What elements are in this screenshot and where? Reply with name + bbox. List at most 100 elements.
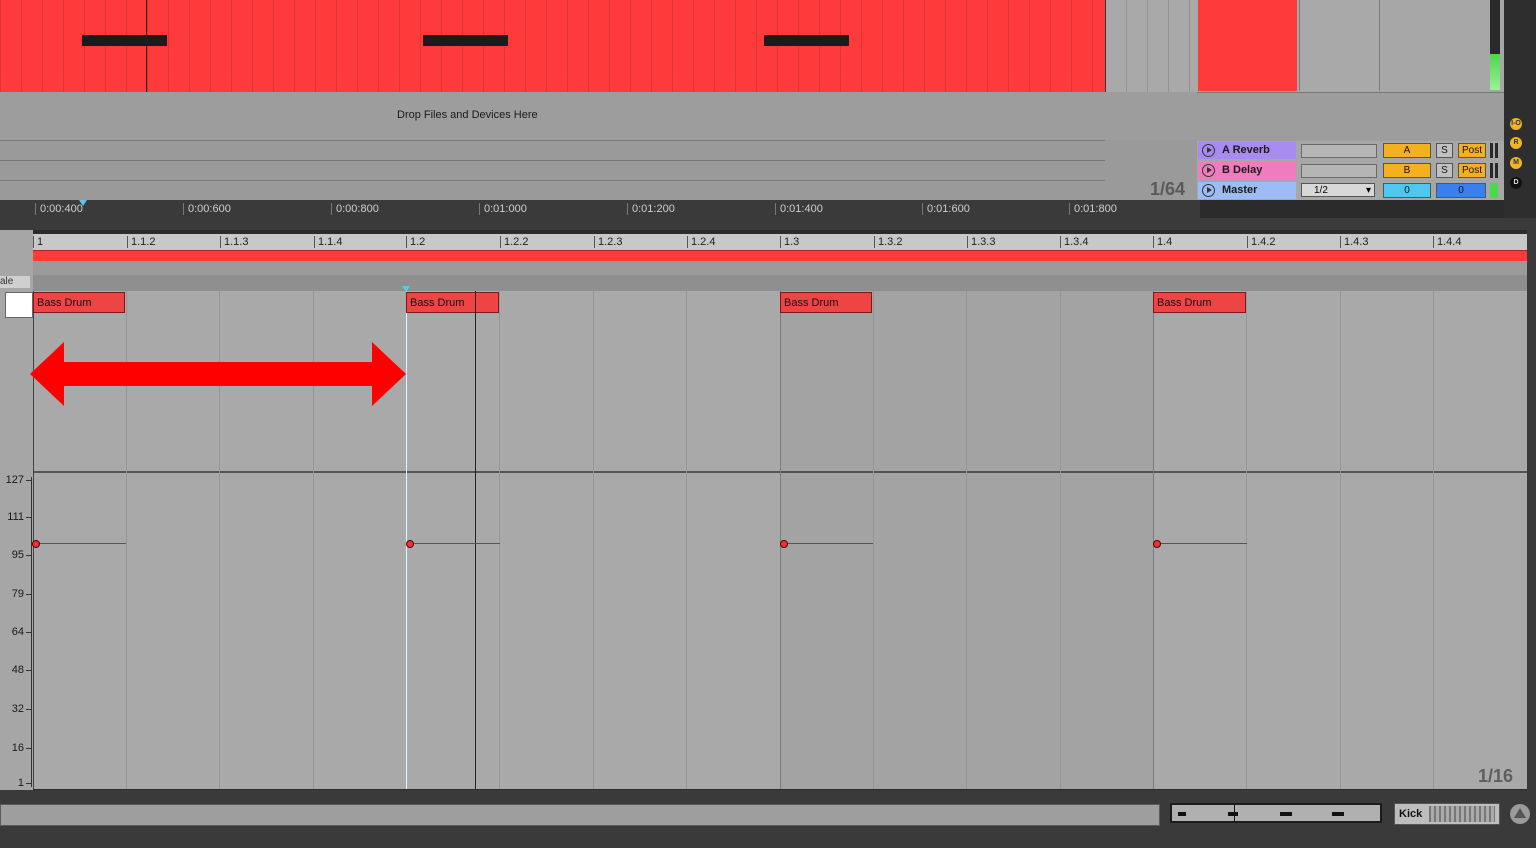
level-meter xyxy=(1495,143,1498,158)
bar-tick: 1.2.2 xyxy=(500,236,528,248)
velocity-handle[interactable] xyxy=(32,540,40,548)
velocity-handle[interactable] xyxy=(1153,540,1161,548)
grid-line xyxy=(1246,291,1247,789)
level-meter xyxy=(1490,163,1493,178)
overview-note xyxy=(1332,812,1344,816)
velocity-scale-label: 95 xyxy=(11,549,24,561)
session-empty-slot[interactable] xyxy=(1299,0,1380,91)
delay-toggle-icon[interactable]: D xyxy=(1510,177,1522,189)
crossfade-select[interactable]: 1/2 ▾ xyxy=(1301,183,1375,197)
io-toggle-icon[interactable]: I-O xyxy=(1510,118,1522,130)
post-button[interactable]: Post xyxy=(1458,143,1486,158)
drop-area-label: Drop Files and Devices Here xyxy=(397,109,538,121)
arrangement-empty-area[interactable] xyxy=(1105,0,1197,92)
time-tick: 0:00:600 xyxy=(183,203,231,215)
editor-divider[interactable] xyxy=(0,218,1536,230)
drop-area[interactable]: Drop Files and Devices Here xyxy=(0,92,1105,140)
overview-note xyxy=(1228,812,1238,816)
track-activator-icon[interactable] xyxy=(1202,184,1215,197)
arrangement-clip[interactable] xyxy=(0,0,1105,92)
grid-line xyxy=(966,291,967,789)
master-value-b[interactable]: 0 xyxy=(1436,183,1486,198)
piano-key[interactable] xyxy=(5,292,33,318)
scroll-up-button[interactable] xyxy=(1510,804,1530,824)
grid-line xyxy=(1433,291,1434,789)
clip-note-preview xyxy=(764,35,849,46)
bar-tick: 1.2.4 xyxy=(687,236,715,248)
return-track-a-header[interactable]: A Reverb xyxy=(1198,142,1296,159)
send-field[interactable] xyxy=(1301,164,1377,178)
master-track-header[interactable]: Master xyxy=(1198,182,1296,199)
master-value-a[interactable]: 0 xyxy=(1383,183,1431,198)
post-button[interactable]: Post xyxy=(1458,163,1486,178)
bar-tick: 1.2 xyxy=(406,236,425,248)
velocity-scale-label: 64 xyxy=(11,626,24,638)
velocity-handle[interactable] xyxy=(780,540,788,548)
editor-right-edge xyxy=(1527,230,1536,790)
midi-note[interactable]: Bass Drum xyxy=(1153,292,1246,313)
track-activator-icon[interactable] xyxy=(1202,164,1215,177)
overview-note xyxy=(1178,812,1186,816)
track-activator-button[interactable]: A xyxy=(1383,143,1431,158)
time-tick: 0:00:400 xyxy=(35,203,83,215)
bar-tick: 1.1.2 xyxy=(127,236,155,248)
mixer-toggle-icon[interactable]: M xyxy=(1510,157,1522,169)
session-clip-slot[interactable] xyxy=(1198,0,1297,91)
solo-button[interactable]: S xyxy=(1436,163,1453,178)
midi-note[interactable]: Bass Drum xyxy=(780,292,872,313)
midi-note[interactable]: Bass Drum xyxy=(406,292,499,313)
track-activator-button[interactable]: B xyxy=(1383,163,1431,178)
editor-fold-strip xyxy=(33,275,1527,291)
clip-level-meter xyxy=(1490,0,1500,90)
solo-button[interactable]: S xyxy=(1436,143,1453,158)
time-ruler[interactable]: 0:00:400 0:00:600 0:00:800 0:01:000 0:01… xyxy=(0,200,1200,218)
triangle-up-icon xyxy=(1514,808,1526,818)
editor-grid-label: 1/16 xyxy=(1478,766,1514,786)
grid-line xyxy=(499,291,500,789)
mixer-drop-area[interactable] xyxy=(1197,92,1504,141)
bar-tick: 1.3.3 xyxy=(967,236,995,248)
chevron-down-icon: ▾ xyxy=(1365,185,1371,196)
midi-note[interactable]: Bass Drum xyxy=(33,292,125,313)
bar-tick: 1.2.3 xyxy=(594,236,622,248)
beat-ruler[interactable]: 1 1.1.2 1.1.3 1.1.4 1.2 1.2.2 1.2.3 1.2.… xyxy=(33,234,1527,250)
playhead-marker-icon[interactable] xyxy=(79,200,87,206)
double-arrow-annotation xyxy=(30,342,406,406)
arrangement-grid-label: 1/64 xyxy=(1150,179,1186,199)
time-tick: 0:01:800 xyxy=(1069,203,1117,215)
bar-tick: 1 xyxy=(33,236,43,248)
returns-toggle-icon[interactable]: R xyxy=(1510,137,1522,149)
bar-tick: 1.1.3 xyxy=(220,236,248,248)
velocity-scale-label: 1 xyxy=(17,777,24,789)
grid-line xyxy=(873,291,874,789)
horizontal-scrollbar[interactable] xyxy=(0,804,1160,826)
grid-line xyxy=(686,291,687,789)
grid-line xyxy=(593,291,594,789)
clip-name-box[interactable]: Kick xyxy=(1394,803,1500,825)
bar-tick: 1.3.4 xyxy=(1060,236,1088,248)
master-track-lane[interactable] xyxy=(0,180,1105,201)
bar-tick: 1.4.3 xyxy=(1340,236,1368,248)
track-name: Master xyxy=(1222,184,1258,196)
level-meter xyxy=(1490,143,1493,158)
velocity-handle[interactable] xyxy=(406,540,414,548)
time-tick: 0:01:000 xyxy=(479,203,527,215)
grid-line xyxy=(1060,291,1061,789)
return-track-lane-b[interactable] xyxy=(0,160,1105,180)
return-track-b-header[interactable]: B Delay xyxy=(1198,162,1296,179)
return-track-lane-a[interactable] xyxy=(0,140,1105,160)
time-tick: 0:00:800 xyxy=(331,203,379,215)
clip-overview[interactable] xyxy=(1170,803,1382,823)
clip-note-preview xyxy=(82,35,167,46)
grid-line xyxy=(1340,291,1341,789)
track-name: B Delay xyxy=(1222,164,1263,176)
time-tick: 0:01:600 xyxy=(922,203,970,215)
clip-note-preview xyxy=(423,35,508,46)
level-meter xyxy=(1495,163,1498,178)
drop-area-extension[interactable] xyxy=(1105,92,1197,140)
velocity-scale-label: 48 xyxy=(11,664,24,676)
send-field[interactable] xyxy=(1301,144,1377,158)
velocity-scale-label: 127 xyxy=(5,474,24,486)
scale-label[interactable]: ale xyxy=(0,276,30,288)
track-activator-icon[interactable] xyxy=(1202,144,1215,157)
